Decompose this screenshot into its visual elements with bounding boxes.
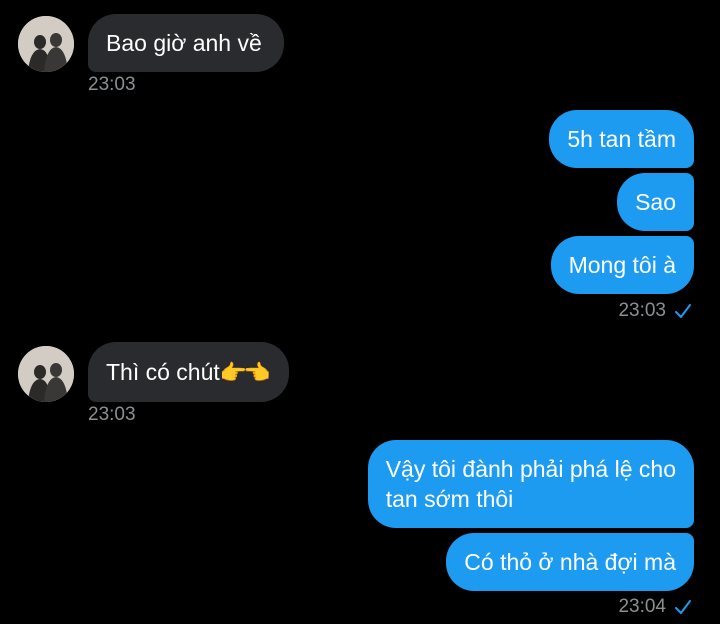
check-icon xyxy=(674,303,692,319)
check-icon xyxy=(674,599,692,615)
profile-photo-icon xyxy=(18,346,74,402)
message-text: Mong tôi à xyxy=(568,252,676,278)
chat-thread: Bao giờ anh về 23:03 5h tan tầm Sao Mong… xyxy=(0,0,720,624)
message-timestamp: 23:03 xyxy=(88,74,136,95)
message-timestamp: 23:03 xyxy=(88,404,136,425)
message-text: Bao giờ anh về xyxy=(106,30,262,56)
avatar[interactable] xyxy=(18,16,74,72)
message-bubble-outgoing[interactable]: Vậy tôi đành phải phá lệ cho tan sớm thô… xyxy=(367,440,694,528)
message-bubble-outgoing[interactable]: Mong tôi à xyxy=(550,236,694,294)
profile-photo-icon xyxy=(18,16,74,72)
pointing-fingers-emoji: 👉👈 xyxy=(219,360,271,385)
message-status: 23:04 xyxy=(618,596,692,618)
message-bubble-incoming[interactable]: Thì có chút👉👈 xyxy=(88,342,289,402)
message-bubble-outgoing[interactable]: Có thỏ ở nhà đợi mà xyxy=(446,533,694,591)
message-bubble-outgoing[interactable]: 5h tan tầm xyxy=(549,110,694,168)
message-text-line: tan sớm thôi xyxy=(385,486,514,512)
message-bubble-incoming[interactable]: Bao giờ anh về xyxy=(88,14,284,72)
message-timestamp: 23:03 xyxy=(618,300,666,321)
message-text: Có thỏ ở nhà đợi mà xyxy=(464,549,676,575)
message-status: 23:03 xyxy=(618,300,692,322)
message-text: Thì có chút xyxy=(106,359,220,385)
message-text: Sao xyxy=(635,189,676,215)
avatar[interactable] xyxy=(18,346,74,402)
message-text: 5h tan tầm xyxy=(567,126,676,152)
message-text-line: Vậy tôi đành phải phá lệ cho xyxy=(385,456,676,482)
message-bubble-outgoing[interactable]: Sao xyxy=(617,173,694,231)
message-timestamp: 23:04 xyxy=(618,596,666,617)
